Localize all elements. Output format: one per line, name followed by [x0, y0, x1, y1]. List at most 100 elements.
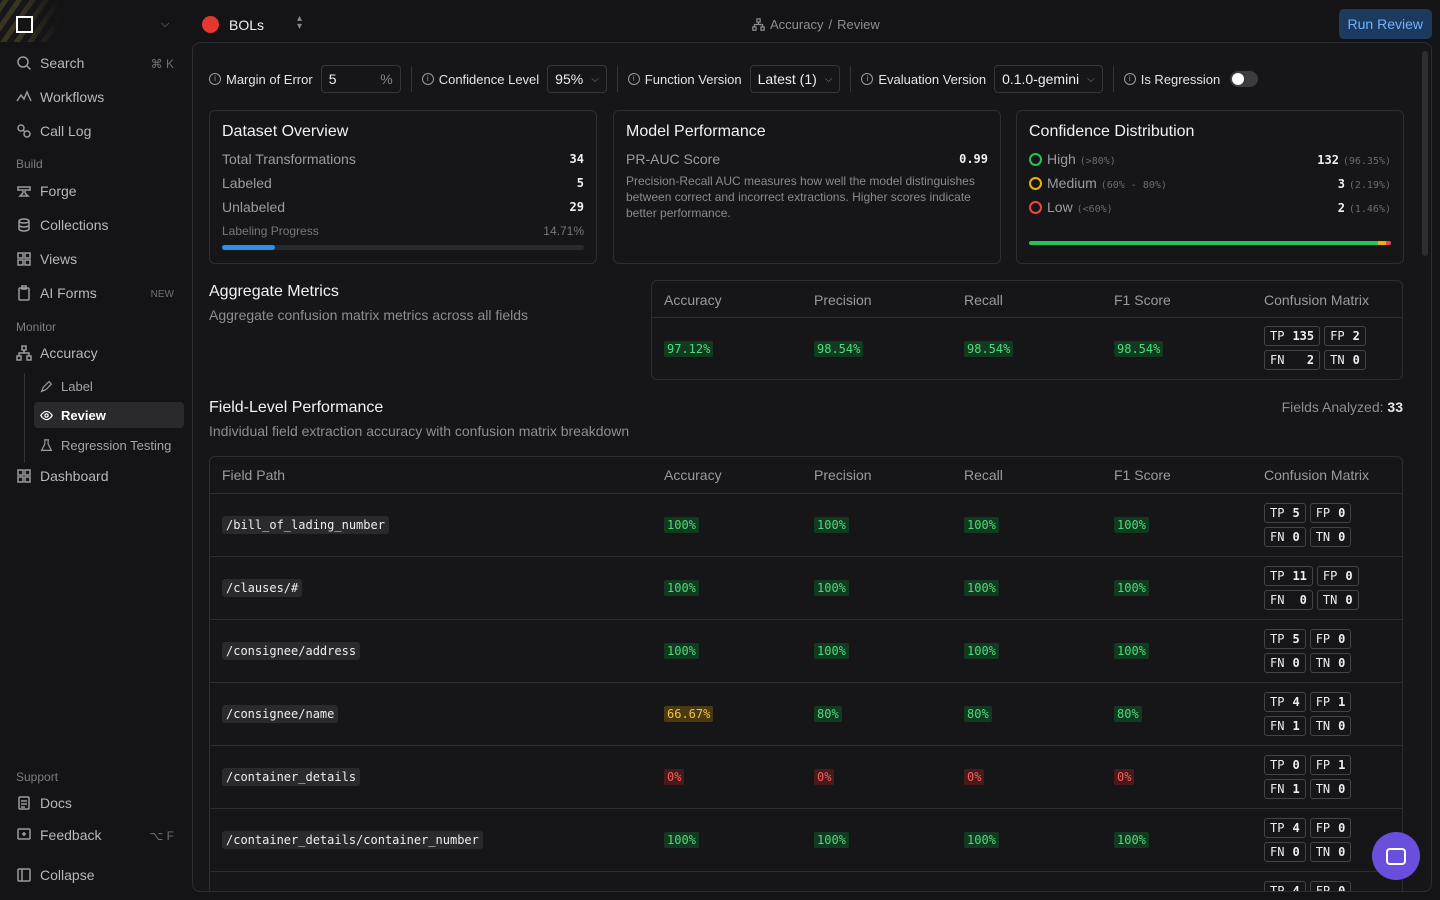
section-monitor: Monitor: [16, 320, 57, 334]
margin-of-error-input[interactable]: 5%: [320, 65, 401, 93]
recall-value: 98.54%: [964, 341, 1014, 357]
table-row[interactable]: TP 4 FP 0 FN TN: [210, 871, 1402, 891]
section-subtitle: Individual field extraction accuracy wit…: [209, 423, 630, 439]
table-header: Field Path Accuracy Precision Recall F1 …: [210, 457, 1402, 493]
sidebar-item-collapse[interactable]: Collapse: [16, 867, 94, 883]
function-label: Function Version: [644, 71, 742, 87]
tp-cell: TP 0: [1264, 755, 1306, 775]
fn-value: 0: [1299, 593, 1307, 607]
fp-value: 0: [1338, 506, 1346, 520]
table-row[interactable]: /bill_of_lading_number 100% 100% 100% 10…: [210, 493, 1402, 556]
f1-value: 0%: [1114, 769, 1135, 785]
margin-value: 5: [328, 71, 337, 87]
sidebar-item-dashboard[interactable]: Dashboard: [16, 468, 109, 484]
tn-value: 0: [1352, 353, 1360, 367]
low-range: (<60%): [1076, 204, 1113, 215]
sidebar-item-label: Call Log: [40, 123, 92, 139]
fn-value: 1: [1292, 719, 1300, 733]
confusion-matrix: TP 0 FP 1 FN 1 TN 0: [1264, 755, 1352, 799]
f1-value: 100%: [1114, 580, 1149, 596]
low-label: Low: [1047, 199, 1073, 215]
table-row[interactable]: /container_details 0% 0% 0% 0% TP 0 FP 1…: [210, 745, 1402, 808]
hierarchy-icon: [16, 345, 32, 361]
fp-cell: FP 0: [1309, 881, 1352, 891]
table-row[interactable]: /container_details/container_number 100%…: [210, 808, 1402, 871]
confusion-matrix: TP 4 FP 0 FN TN: [1264, 881, 1352, 891]
sidebar-item-ai-forms[interactable]: AI Forms: [16, 285, 97, 301]
field-table: Field Path Accuracy Precision Recall F1 …: [209, 456, 1403, 891]
tn-cell: TN 0: [1309, 527, 1352, 547]
tp-value: 4: [1292, 821, 1300, 835]
project-name[interactable]: BOLs: [229, 17, 264, 33]
database-icon: [18, 218, 30, 232]
sidebar-item-call-log[interactable]: Call Log: [16, 123, 91, 139]
confusion-matrix: TP 4 FP 1 FN 1 TN 0: [1264, 692, 1352, 736]
app-logo-icon[interactable]: [16, 16, 33, 33]
breadcrumb-accuracy[interactable]: Accuracy: [770, 17, 823, 32]
confusion-matrix: TP 135 FP 2 FN 2 TN 0: [1264, 326, 1366, 370]
sidebar-subitem-regression-testing[interactable]: Regression Testing: [34, 432, 184, 458]
sidebar-item-label: AI Forms: [40, 285, 97, 301]
sidebar-item-forge[interactable]: Forge: [16, 183, 77, 199]
table-row[interactable]: /consignee/name 66.67% 80% 80% 80% TP 4 …: [210, 682, 1402, 745]
accuracy-value: 100%: [664, 580, 699, 596]
dashboard-icon: [17, 469, 31, 483]
chevron-down-icon: ⌵: [1087, 73, 1095, 85]
tp-value: 5: [1292, 632, 1300, 646]
chat-launcher-button[interactable]: [1372, 832, 1420, 880]
info-icon: i: [1123, 73, 1136, 85]
tn-value: 0: [1338, 656, 1346, 670]
recall-value: 100%: [964, 832, 999, 848]
col-header: Confusion Matrix: [1264, 467, 1370, 483]
sidebar-item-docs[interactable]: Docs: [16, 795, 72, 811]
table-row[interactable]: /consignee/address 100% 100% 100% 100% T…: [210, 619, 1402, 682]
table-row[interactable]: /clauses/# 100% 100% 100% 100% TP 11 FP …: [210, 556, 1402, 619]
chevron-updown-icon[interactable]: ▴ ▾: [297, 14, 302, 32]
evaluation-version-select[interactable]: 0.1.0-gemini ⌵: [994, 65, 1103, 93]
sidebar-subitem-label[interactable]: Label: [34, 373, 184, 399]
accuracy-value: 66.67%: [664, 706, 714, 722]
tn-cell: TN 0: [1309, 653, 1352, 673]
new-badge: NEW: [150, 289, 174, 300]
sidebar-item-collections[interactable]: Collections: [16, 217, 108, 233]
sidebar-subitem-review[interactable]: Review: [34, 402, 184, 428]
breadcrumb-review: Review: [837, 17, 880, 32]
sidebar-item-label: Forge: [40, 183, 77, 199]
tn-value: 0: [1338, 719, 1346, 733]
scrollbar[interactable]: [1422, 51, 1428, 256]
chevron-down-icon[interactable]: ⌵: [161, 18, 169, 31]
chevron-down-icon: ⌵: [824, 73, 833, 85]
sidebar-item-views[interactable]: Views: [16, 251, 77, 267]
sidebar-item-workflows[interactable]: Workflows: [16, 89, 104, 105]
table-body: /bill_of_lading_number 100% 100% 100% 10…: [210, 493, 1402, 891]
card-title: Confidence Distribution: [1029, 123, 1195, 140]
function-version-select[interactable]: Latest (1) ⌵: [749, 65, 841, 93]
col-header: Field Path: [222, 467, 286, 483]
percent-icon: %: [380, 71, 393, 87]
breadcrumb: Accuracy / Review: [752, 17, 880, 32]
sidebar-item-search[interactable]: Search: [16, 55, 84, 71]
subitem-label: Review: [61, 407, 106, 423]
sidebar-item-label: Workflows: [40, 89, 105, 105]
confidence-level-select[interactable]: 95% ⌵: [547, 65, 607, 93]
labeled-label: Labeled: [222, 175, 272, 191]
sidebar-item-feedback[interactable]: Feedback: [16, 827, 101, 843]
run-review-button[interactable]: Run Review: [1338, 9, 1432, 39]
score-value: 0.99: [959, 152, 988, 166]
fp-cell: FP 1: [1309, 692, 1352, 712]
medium-pct: (2.19%): [1348, 180, 1391, 191]
sidebar-item-label: Docs: [40, 795, 72, 811]
chevron-down-icon: ⌵: [591, 73, 599, 85]
tp-cell: TP 11: [1264, 566, 1313, 586]
hierarchy-icon: [752, 18, 765, 31]
sidebar-item-accuracy[interactable]: Accuracy: [16, 345, 98, 361]
sidebar-item-label: Feedback: [40, 827, 102, 843]
confusion-matrix: TP 5 FP 0 FN 0 TN 0: [1264, 629, 1352, 673]
top-bar: BOLs ▴ ▾ Accuracy / Review Run Review: [192, 0, 1440, 48]
fp-cell: FP 2: [1324, 326, 1366, 346]
recall-value: 100%: [964, 517, 999, 533]
fp-value: 0: [1345, 569, 1353, 583]
section-build: Build: [16, 157, 43, 171]
sidebar-item-label: Views: [40, 251, 78, 267]
is-regression-toggle[interactable]: [1230, 71, 1259, 87]
